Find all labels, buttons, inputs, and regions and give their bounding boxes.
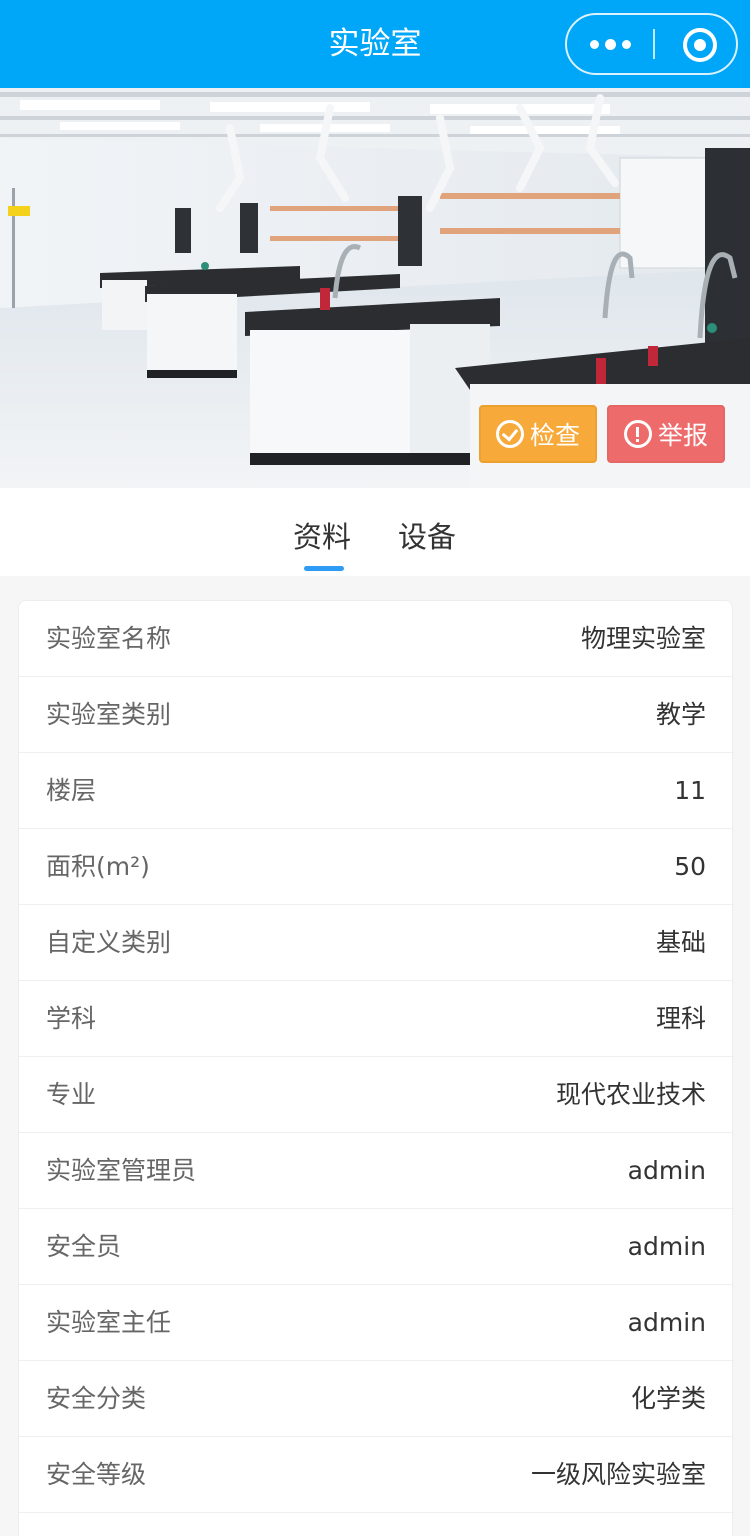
- info-row-area: 面积(m²) 50: [19, 829, 734, 905]
- info-value: 11: [674, 776, 706, 805]
- info-label: 实验室名称: [46, 624, 172, 653]
- target-circle-icon[interactable]: [683, 28, 717, 62]
- more-dots-icon[interactable]: [567, 15, 653, 73]
- info-label: 实验室主任: [46, 1308, 172, 1337]
- info-row-safety-level: 安全等级 一级风险实验室: [19, 1437, 734, 1513]
- info-value: 现代农业技术: [555, 1080, 706, 1109]
- info-value: 理科: [655, 1004, 706, 1033]
- info-value: 一级风险实验室: [530, 1460, 706, 1489]
- info-label: 安全等级: [46, 1460, 147, 1489]
- capsule-divider: [653, 29, 655, 59]
- alert-circle-icon: [623, 420, 652, 448]
- info-label: 安全分类: [46, 1384, 147, 1413]
- info-value: admin: [627, 1308, 706, 1337]
- info-row-lab-director: 实验室主任 admin: [19, 1285, 734, 1361]
- info-row-lab-admin: 实验室管理员 admin: [19, 1133, 734, 1209]
- info-row-lab-category: 实验室类别 教学: [19, 677, 734, 753]
- info-value: 基础: [655, 928, 706, 957]
- check-circle-icon: [495, 420, 524, 448]
- lab-info-card: 实验室名称 物理实验室 实验室类别 教学 楼层 11 面积(m²) 50 自定义…: [18, 600, 734, 1536]
- info-label: 自定义类别: [46, 928, 172, 957]
- info-row-lab-name: 实验室名称 物理实验室: [19, 601, 734, 677]
- navigation-bar: 实验室: [0, 0, 750, 88]
- tab-equipment[interactable]: 设备: [398, 514, 456, 556]
- info-row-subject: 学科 理科: [19, 981, 734, 1057]
- info-label: 专业: [46, 1080, 97, 1109]
- info-label: 楼层: [46, 776, 97, 805]
- info-row-safety-class: 安全分类 化学类: [19, 1361, 734, 1437]
- tab-bar: 资料 设备: [0, 488, 750, 576]
- active-tab-indicator: [304, 566, 344, 571]
- info-value: 化学类: [630, 1384, 706, 1413]
- report-button[interactable]: 举报: [607, 405, 725, 463]
- info-value: 物理实验室: [580, 624, 706, 653]
- info-row-safety-officer: 安全员 admin: [19, 1209, 734, 1285]
- info-value: admin: [627, 1232, 706, 1261]
- check-button[interactable]: 检查: [479, 405, 597, 463]
- info-value: 教学: [655, 700, 706, 729]
- info-value: 50: [674, 852, 706, 881]
- report-button-label: 举报: [657, 421, 708, 450]
- info-row-custom-category: 自定义类别 基础: [19, 905, 734, 981]
- info-label: 安全员: [46, 1232, 122, 1261]
- info-label: 面积(m²): [46, 852, 150, 881]
- info-row-floor: 楼层 11: [19, 753, 734, 829]
- info-label: 实验室类别: [46, 700, 172, 729]
- info-label: 实验室管理员: [46, 1156, 197, 1185]
- info-row-major: 专业 现代农业技术: [19, 1057, 734, 1133]
- info-value: admin: [627, 1156, 706, 1185]
- check-button-label: 检查: [529, 421, 580, 450]
- tab-data[interactable]: 资料: [293, 514, 351, 556]
- mini-program-capsule: [565, 13, 738, 75]
- info-label: 学科: [46, 1004, 97, 1033]
